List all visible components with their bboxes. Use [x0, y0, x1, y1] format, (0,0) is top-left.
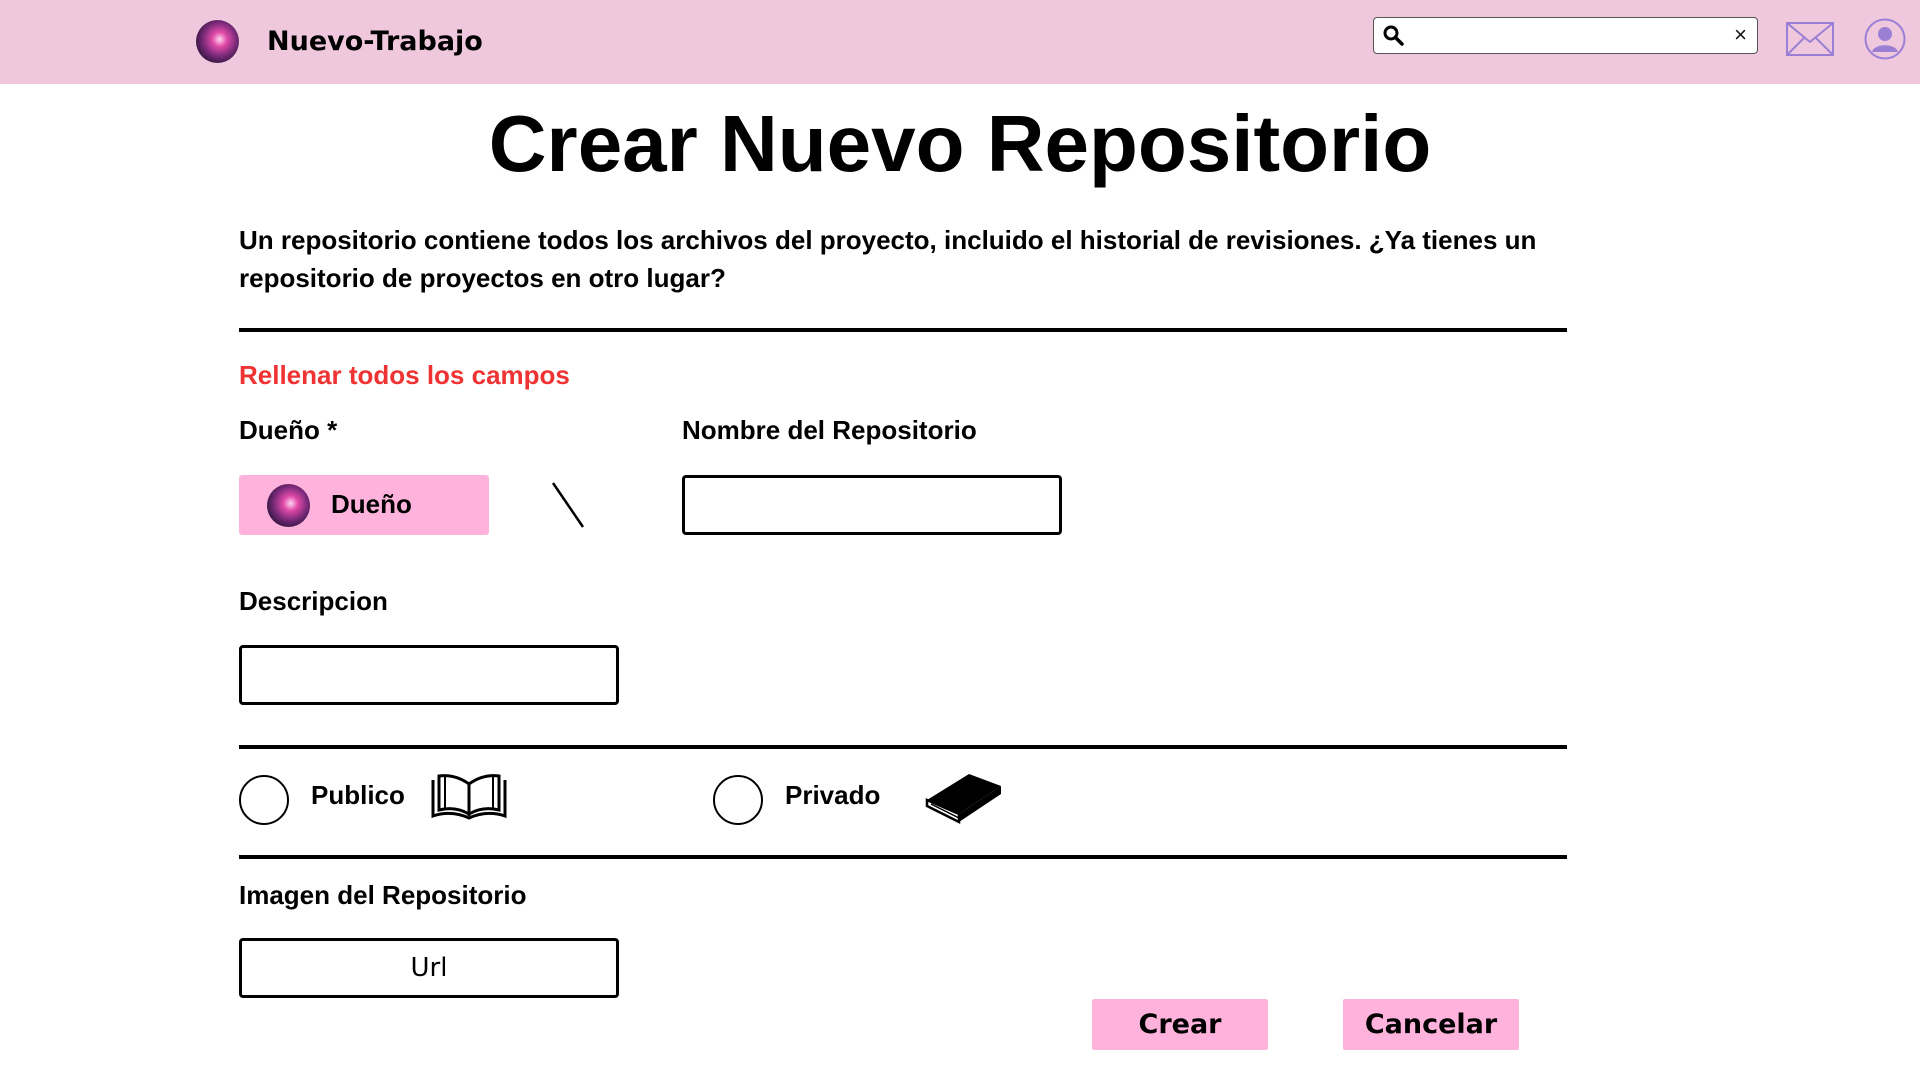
page-title: Crear Nuevo Repositorio	[488, 99, 1432, 188]
close-icon[interactable]: ×	[1734, 21, 1747, 49]
private-label: Privado	[785, 780, 881, 810]
closed-book-icon	[925, 774, 1001, 825]
top-header: Nuevo-Trabajo ×	[0, 0, 1920, 84]
required-warning: Rellenar todos los campos	[239, 360, 570, 390]
search-input[interactable]	[1412, 22, 1716, 51]
app-logo[interactable]	[196, 20, 239, 63]
search-box[interactable]: ×	[1373, 17, 1758, 54]
divider	[239, 855, 1567, 859]
user-icon[interactable]	[1864, 18, 1906, 60]
repo-name-label: Nombre del Repositorio	[682, 415, 977, 445]
public-label: Publico	[311, 780, 405, 810]
description-field[interactable]	[239, 645, 619, 705]
image-label: Imagen del Repositorio	[239, 880, 527, 910]
image-url-field[interactable]	[239, 938, 619, 998]
separator-slash	[551, 482, 585, 528]
cancel-button[interactable]: Cancelar	[1343, 999, 1519, 1050]
app-title[interactable]: Nuevo-Trabajo	[267, 26, 483, 57]
owner-button-label: Dueño	[331, 489, 412, 519]
intro-text: Un repositorio contiene todos los archiv…	[239, 225, 1537, 293]
private-radio[interactable]	[713, 775, 763, 825]
open-book-icon	[431, 774, 507, 820]
search-icon	[1383, 25, 1404, 46]
mail-icon[interactable]	[1785, 20, 1835, 58]
description-label: Descripcion	[239, 586, 388, 616]
public-radio[interactable]	[239, 775, 289, 825]
divider	[239, 328, 1567, 332]
avatar	[267, 484, 310, 527]
divider	[239, 745, 1567, 749]
owner-select-button[interactable]: Dueño	[239, 475, 489, 535]
repo-name-field[interactable]	[682, 475, 1062, 535]
create-button[interactable]: Crear	[1092, 999, 1268, 1050]
owner-label: Dueño *	[239, 415, 338, 445]
